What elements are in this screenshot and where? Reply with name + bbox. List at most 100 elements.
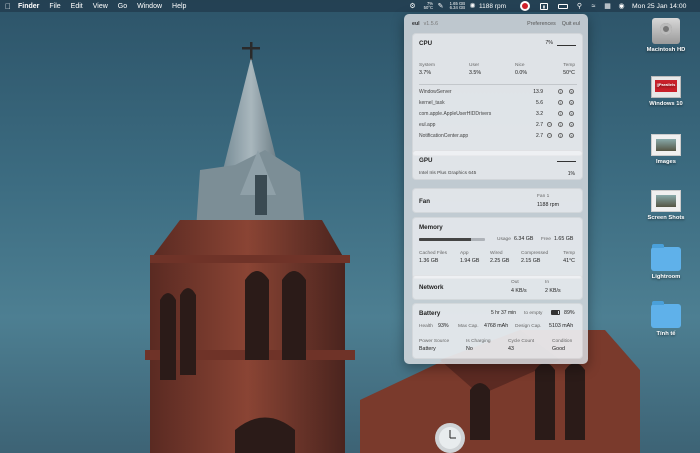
process-name: kernel_task bbox=[419, 100, 445, 106]
apple-logo-icon[interactable]:  bbox=[5, 2, 11, 11]
church-wallpaper-image bbox=[145, 42, 640, 453]
memory-stat-label: Wired bbox=[490, 251, 503, 256]
network-out-value: 4 KB/s bbox=[511, 288, 527, 294]
menu-window[interactable]: Window bbox=[137, 3, 162, 10]
app-name: eul bbox=[412, 21, 420, 27]
process-kill-icon[interactable]: × bbox=[569, 133, 574, 138]
folder-icon bbox=[651, 244, 681, 271]
gpu-card[interactable]: GPU Intel Iris Plus Graphics 645 1% bbox=[412, 150, 583, 180]
control-center-icon[interactable]: ▦ bbox=[603, 2, 612, 11]
memory-usage-bar bbox=[419, 238, 485, 241]
process-kill-icon[interactable]: × bbox=[569, 100, 574, 105]
desktop-icon-macintosh-hd[interactable]: Macintosh HD bbox=[638, 18, 694, 53]
parallels-menu-icon[interactable]: ▮ bbox=[540, 2, 548, 10]
cpu-stat-label: Temp bbox=[563, 63, 575, 68]
wallpaper bbox=[0, 0, 700, 453]
desktop-icon-windows-10[interactable]: ||Parallels Windows 10 bbox=[638, 76, 694, 107]
cpu-status[interactable]: 7% 50°C bbox=[421, 1, 433, 11]
menu-edit[interactable]: Edit bbox=[71, 3, 83, 10]
battery-level-fill bbox=[552, 311, 559, 314]
battery-stat-value: Battery bbox=[419, 346, 436, 352]
gpu-sparkline bbox=[557, 158, 576, 162]
cpu-stat-value: 3.7% bbox=[419, 70, 432, 76]
memory-stat-label: Temp bbox=[563, 251, 575, 256]
cpu-stat-label: Nice bbox=[515, 63, 525, 68]
process-kill-icon[interactable]: × bbox=[569, 122, 574, 127]
memory-stat-value: 2.25 GB bbox=[490, 258, 510, 264]
quit-button[interactable]: Quit eul bbox=[562, 21, 580, 27]
clock[interactable]: Mon 25 Jan 14:00 bbox=[632, 0, 686, 12]
network-in-label: In bbox=[545, 280, 550, 285]
process-info-icon[interactable]: i bbox=[558, 89, 563, 94]
battery-card[interactable]: Battery 5 hr 37 min to empty 89% Health … bbox=[412, 303, 583, 359]
cpu-card[interactable]: CPU 7% System 3.7% User 3.5% Nice 0.0% T… bbox=[412, 33, 583, 156]
app-version: v1.5.6 bbox=[423, 21, 439, 27]
desktop-icon-label: Macintosh HD bbox=[646, 47, 686, 53]
battery-stat-label: Condition bbox=[552, 339, 573, 344]
battery-title: Battery bbox=[419, 310, 441, 317]
divider bbox=[419, 84, 577, 85]
hard-drive-icon bbox=[652, 18, 680, 44]
battery-designcap-value: 5103 mAh bbox=[549, 323, 574, 329]
desktop-icon-label: Tính tế bbox=[656, 331, 676, 337]
fan-icon[interactable]: ✺ bbox=[468, 2, 477, 11]
network-card[interactable]: Network Out 4 KB/s In 2 KB/s bbox=[412, 275, 583, 300]
desktop-icon-tinh-te[interactable]: Tính tế bbox=[638, 301, 694, 337]
battery-health-value: 93% bbox=[438, 323, 449, 329]
cpu-chip-icon[interactable]: ⚙ bbox=[408, 2, 417, 11]
menu-help[interactable]: Help bbox=[172, 3, 186, 10]
desktop-icon-label: Screen Shots bbox=[647, 215, 685, 221]
desktop-icon-images[interactable]: Images bbox=[638, 134, 694, 165]
memory-icon[interactable]: ✎ bbox=[436, 2, 445, 11]
memory-stat-value: 41°C bbox=[563, 258, 575, 264]
menu-view[interactable]: View bbox=[93, 3, 108, 10]
battery-stat-label: Is Charging bbox=[466, 339, 491, 344]
desktop-icon-screen-shots[interactable]: Screen Shots bbox=[638, 190, 694, 221]
memory-usage-value: 6.34 GB bbox=[514, 236, 534, 242]
battery-percent: 89% bbox=[564, 310, 575, 316]
search-icon[interactable]: ⚲ bbox=[575, 2, 584, 11]
battery-stat-value: No bbox=[466, 346, 473, 352]
network-in-value: 2 KB/s bbox=[545, 288, 561, 294]
menu-finder[interactable]: Finder bbox=[18, 3, 39, 10]
cpu-sparkline bbox=[557, 42, 576, 46]
cpu-stat-value: 3.5% bbox=[469, 70, 482, 76]
siri-icon[interactable]: ◉ bbox=[617, 2, 626, 11]
memory-card[interactable]: Memory Usage 6.34 GB Free 1.65 GB Cached… bbox=[412, 217, 583, 279]
desktop-icon-lightroom[interactable]: Lightroom bbox=[638, 244, 694, 280]
process-minus-icon[interactable]: − bbox=[547, 122, 552, 127]
battery-stat-label: Power Source bbox=[419, 339, 450, 344]
process-info-icon[interactable]: i bbox=[558, 100, 563, 105]
menu-go[interactable]: Go bbox=[118, 3, 127, 10]
screenshots-icon bbox=[651, 190, 681, 212]
process-info-icon[interactable]: i bbox=[558, 122, 563, 127]
record-icon[interactable] bbox=[520, 1, 530, 11]
cpu-title: CPU bbox=[419, 40, 433, 47]
preferences-button[interactable]: Preferences bbox=[527, 21, 556, 27]
network-title: Network bbox=[419, 284, 444, 291]
process-minus-icon[interactable]: − bbox=[547, 133, 552, 138]
memory-stat-label: App bbox=[460, 251, 469, 256]
wifi-icon[interactable]: ≈ bbox=[589, 2, 598, 11]
gpu-percent: 1% bbox=[567, 171, 575, 177]
memory-stat-value: 2.15 GB bbox=[521, 258, 541, 264]
fan-label: Fan 1 bbox=[537, 194, 550, 199]
battery-icon[interactable] bbox=[558, 3, 568, 9]
eul-panel: eul v1.5.6 Preferences Quit eul CPU 7% S… bbox=[404, 14, 588, 364]
process-info-icon[interactable]: i bbox=[558, 133, 563, 138]
process-value: 13.9 bbox=[533, 89, 543, 95]
fan-status[interactable]: 1188 rpm bbox=[479, 3, 506, 10]
fan-card[interactable]: Fan Fan 1 1188 rpm bbox=[412, 188, 583, 213]
folder-icon bbox=[651, 301, 681, 328]
process-kill-icon[interactable]: × bbox=[569, 89, 574, 94]
memory-stat-value: 1.36 GB bbox=[419, 258, 439, 264]
process-kill-icon[interactable]: × bbox=[569, 111, 574, 116]
battery-health-label: Health bbox=[419, 324, 433, 329]
memory-status[interactable]: 1.65 GB 6.34 GB bbox=[448, 1, 465, 11]
battery-maxcap-label: Max Cap. bbox=[458, 324, 479, 329]
desktop-icon-label: Windows 10 bbox=[649, 101, 683, 107]
menu-file[interactable]: File bbox=[49, 3, 60, 10]
cpu-percent: 7% bbox=[545, 40, 553, 46]
process-info-icon[interactable]: i bbox=[558, 111, 563, 116]
process-value: 5.6 bbox=[536, 100, 543, 106]
